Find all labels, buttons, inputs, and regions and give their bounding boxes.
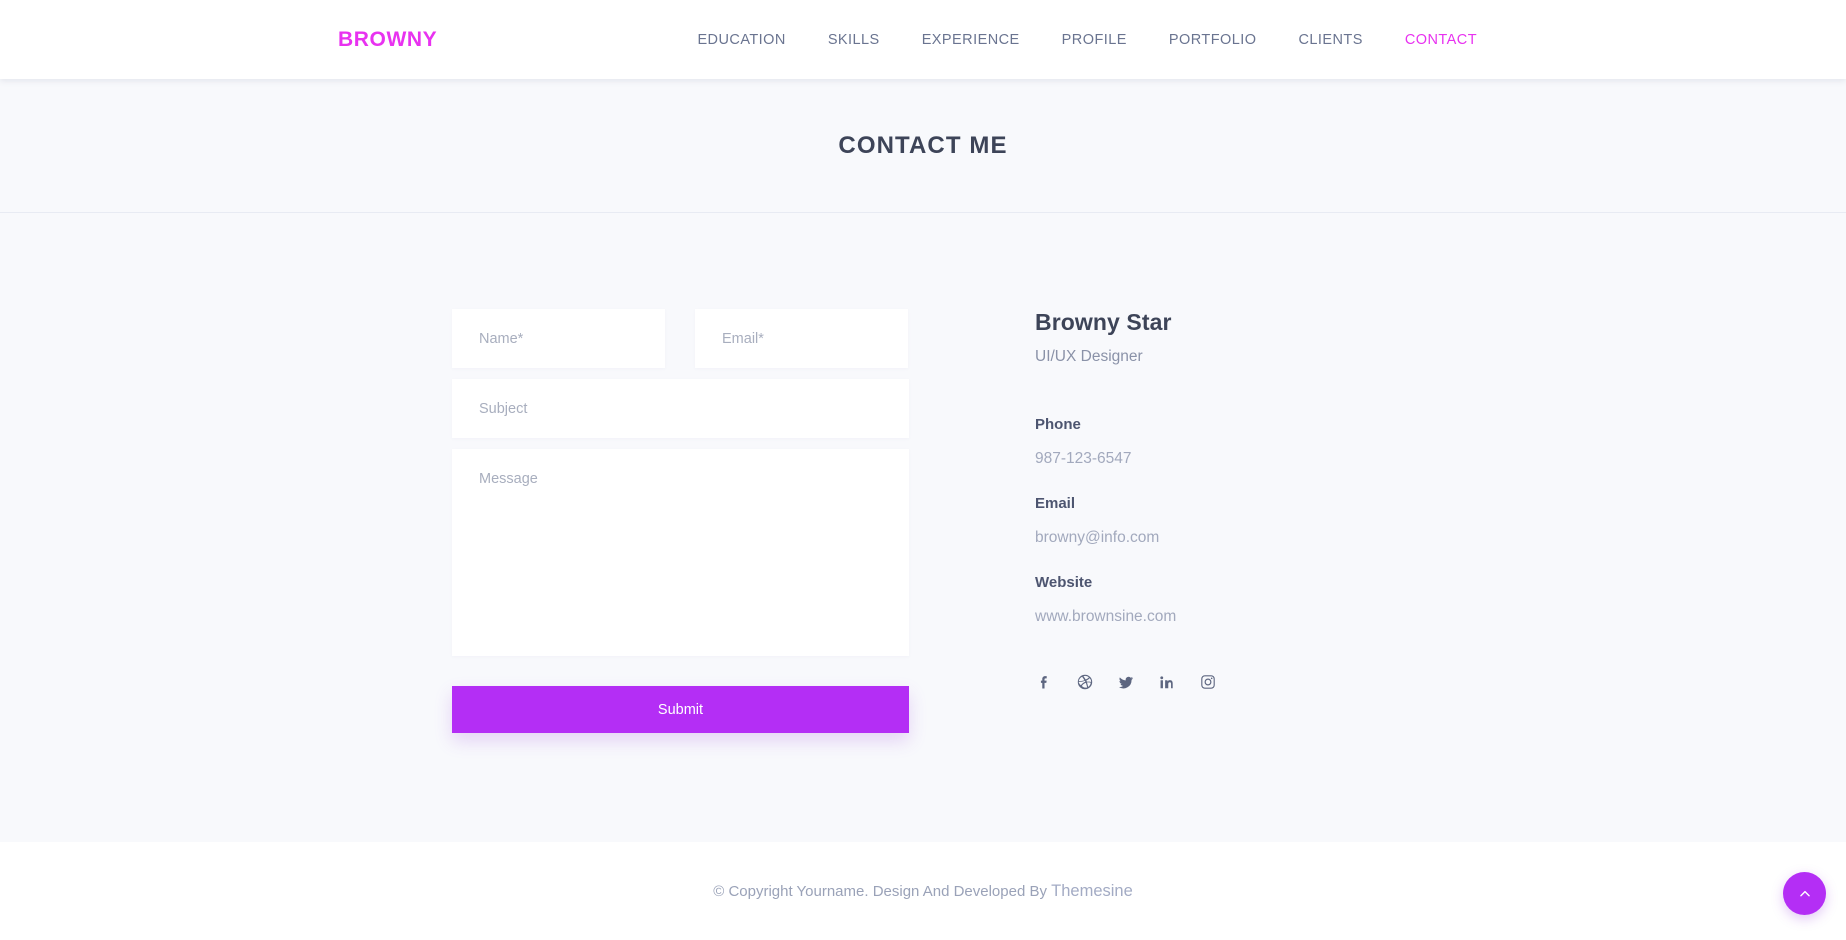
footer-copyright-text: © Copyright Yourname. Design And Develop… [713, 882, 1052, 900]
phone-label: Phone [1035, 416, 1081, 433]
contact-person-role: UI/UX Designer [1035, 348, 1143, 365]
instagram-icon[interactable] [1199, 673, 1217, 691]
nav-item-clients[interactable]: CLIENTS [1277, 32, 1383, 48]
footer-brand-link[interactable]: Themesine [1051, 882, 1133, 900]
name-input[interactable] [452, 309, 665, 368]
subject-input[interactable] [452, 379, 909, 438]
page-title: CONTACT ME [838, 131, 1008, 159]
main-navigation: EDUCATION SKILLS EXPERIENCE PROFILE PORT… [676, 32, 1498, 48]
message-textarea[interactable] [452, 449, 909, 656]
nav-item-contact[interactable]: CONTACT [1384, 32, 1498, 48]
nav-item-skills[interactable]: SKILLS [807, 32, 901, 48]
email-input[interactable] [695, 309, 908, 368]
contact-info-panel: Browny Star UI/UX Designer Phone 987-123… [1035, 309, 1515, 691]
page-title-band: CONTACT ME [0, 79, 1846, 213]
phone-block: Phone 987-123-6547 [1035, 416, 1515, 468]
site-header: BROWNY EDUCATION SKILLS EXPERIENCE PROFI… [0, 0, 1846, 79]
website-block: Website www.brownsine.com [1035, 574, 1515, 626]
contact-section: Submit Browny Star UI/UX Designer Phone … [0, 214, 1846, 842]
contact-person-name: Browny Star [1035, 309, 1172, 335]
site-footer: © Copyright Yourname. Design And Develop… [0, 842, 1846, 940]
nav-item-education[interactable]: EDUCATION [676, 32, 806, 48]
linkedin-icon[interactable] [1158, 673, 1176, 691]
scroll-to-top-button[interactable] [1783, 872, 1826, 915]
brand-logo[interactable]: BROWNY [338, 28, 437, 52]
submit-button[interactable]: Submit [452, 686, 909, 733]
header-inner: BROWNY EDUCATION SKILLS EXPERIENCE PROFI… [0, 0, 1846, 79]
contact-form: Submit [452, 309, 909, 733]
email-value[interactable]: browny@info.com [1035, 529, 1159, 547]
website-value[interactable]: www.brownsine.com [1035, 608, 1176, 626]
facebook-icon[interactable] [1035, 673, 1053, 691]
nav-item-profile[interactable]: PROFILE [1041, 32, 1148, 48]
name-email-row [452, 309, 909, 368]
social-links [1035, 673, 1515, 691]
website-label: Website [1035, 574, 1093, 591]
nav-item-portfolio[interactable]: PORTFOLIO [1148, 32, 1278, 48]
footer-copyright: © Copyright Yourname. Design And Develop… [713, 882, 1133, 901]
dribbble-icon[interactable] [1076, 673, 1094, 691]
phone-value[interactable]: 987-123-6547 [1035, 450, 1132, 468]
email-block: Email browny@info.com [1035, 495, 1515, 547]
chevron-up-icon [1798, 887, 1812, 901]
nav-item-experience[interactable]: EXPERIENCE [901, 32, 1041, 48]
twitter-icon[interactable] [1117, 673, 1135, 691]
email-label: Email [1035, 495, 1076, 512]
